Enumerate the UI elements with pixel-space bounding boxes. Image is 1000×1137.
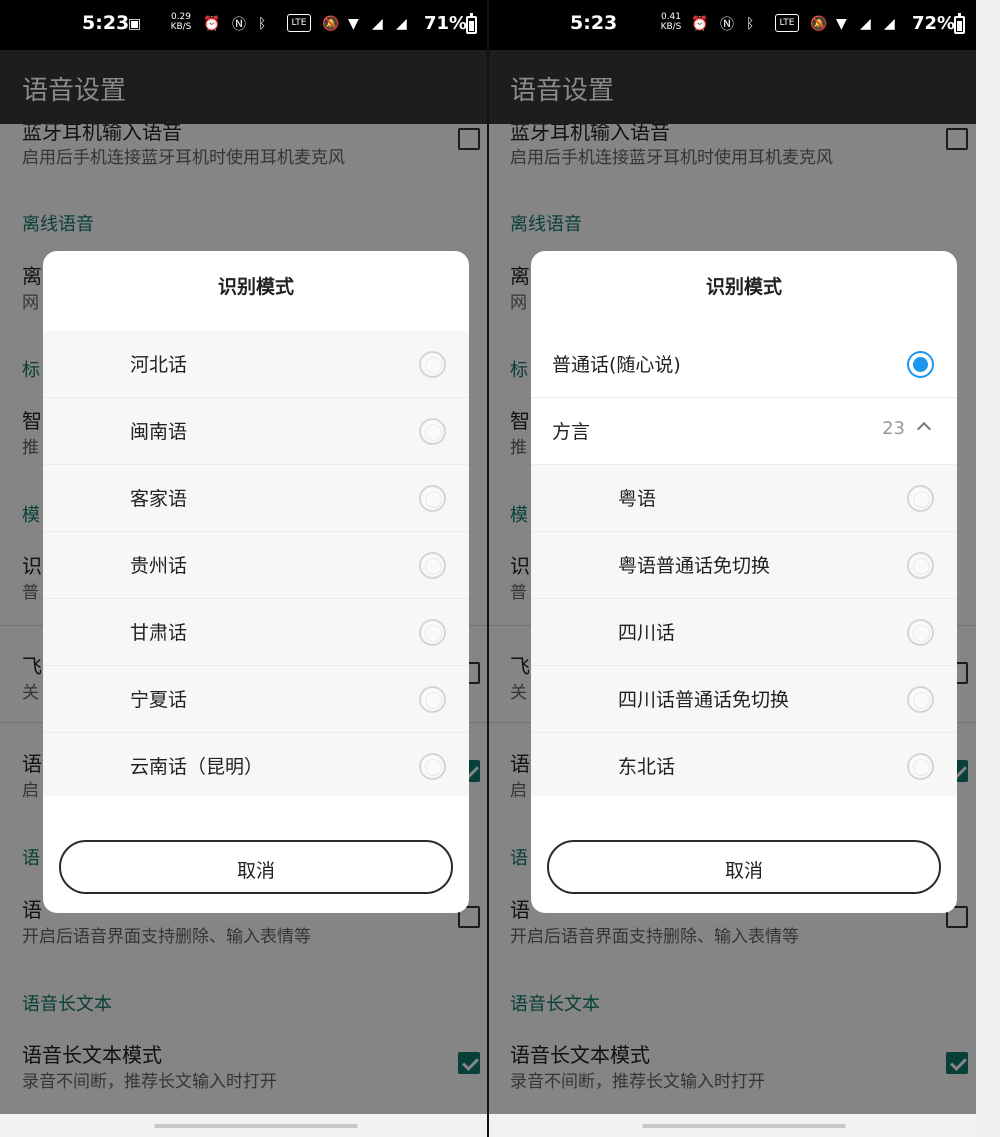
signal-2-icon: ◢ bbox=[884, 16, 895, 32]
list-item[interactable]: 河北话 bbox=[43, 331, 469, 398]
page-title: 语音设置 bbox=[510, 76, 615, 106]
list-item[interactable]: 四川话普通话免切换 bbox=[531, 666, 957, 733]
option-label: 闽南语 bbox=[130, 421, 188, 443]
nfc-icon: Ⓝ bbox=[232, 17, 246, 33]
list-item[interactable]: 客家语 bbox=[43, 465, 469, 532]
gesture-nav-bar bbox=[488, 1114, 976, 1137]
battery-percent: 72% bbox=[912, 13, 956, 34]
dialect-group-header[interactable]: 方言 23 bbox=[531, 398, 957, 465]
radio-button[interactable] bbox=[907, 485, 934, 512]
home-indicator[interactable] bbox=[154, 1124, 358, 1128]
chevron-up-icon[interactable] bbox=[916, 421, 932, 437]
signal-1-icon: ◢ bbox=[860, 16, 871, 32]
option-label: 云南话（昆明） bbox=[130, 756, 264, 778]
status-time: 5:23 bbox=[570, 12, 618, 34]
status-bar: 5:23 0.41 KB/S ⏰ Ⓝ ᛒ LTE 🔕 ▼ ◢ ◢ 72% bbox=[488, 0, 976, 50]
dialect-count: 23 bbox=[882, 418, 905, 439]
dialog-title: 识别模式 bbox=[705, 276, 782, 298]
option-label: 普通话(随心说) bbox=[552, 354, 681, 376]
gesture-nav-bar bbox=[0, 1114, 488, 1137]
mute-bell-icon: 🔕 bbox=[322, 16, 340, 32]
list-item-mandarin[interactable]: 普通话(随心说) bbox=[531, 331, 957, 398]
net-speed-value: 0.29 bbox=[170, 12, 192, 22]
option-label: 河北话 bbox=[130, 354, 188, 376]
cancel-button[interactable]: 取消 bbox=[59, 840, 453, 894]
option-label: 东北话 bbox=[618, 756, 676, 778]
cancel-label: 取消 bbox=[236, 860, 275, 882]
option-label: 客家语 bbox=[130, 488, 188, 510]
list-item[interactable]: 贵州话 bbox=[43, 532, 469, 599]
dialect-option-list[interactable]: 河北话 闽南语 客家语 贵州话 甘肃话 宁夏话 云南话（昆明） bbox=[43, 331, 469, 796]
status-time: 5:23 bbox=[82, 12, 130, 34]
option-label: 粤语普通话免切换 bbox=[618, 555, 771, 577]
alarm-icon: ⏰ bbox=[691, 16, 709, 32]
radio-button[interactable] bbox=[907, 552, 934, 579]
option-label: 四川话 bbox=[618, 622, 676, 644]
radio-button[interactable] bbox=[419, 351, 446, 378]
bluetooth-icon: ᛒ bbox=[746, 16, 755, 32]
option-label: 四川话普通话免切换 bbox=[618, 689, 790, 711]
list-item[interactable]: 粤语 bbox=[531, 465, 957, 532]
radio-button[interactable] bbox=[907, 619, 934, 646]
list-item[interactable]: 云南话（昆明） bbox=[43, 733, 469, 796]
signal-1-icon: ◢ bbox=[372, 16, 383, 32]
radio-button[interactable] bbox=[419, 418, 446, 445]
group-label: 方言 bbox=[552, 421, 591, 443]
option-label: 甘肃话 bbox=[130, 622, 188, 644]
net-speed: 0.41 KB/S bbox=[658, 12, 684, 32]
status-bar: 5:23 ▣ 0.29 KB/S ⏰ Ⓝ ᛒ LTE 🔕 ▼ ◢ ◢ 71% bbox=[0, 0, 488, 50]
screenshot-divider bbox=[487, 0, 489, 1137]
list-item[interactable]: 东北话 bbox=[531, 733, 957, 796]
mute-bell-icon: 🔕 bbox=[810, 16, 828, 32]
volte-icon: LTE bbox=[287, 14, 311, 32]
recognition-mode-dialog: 识别模式 普通话(随心说) 方言 23 粤语 粤语普通话免切换 四川话 四川话普通… bbox=[531, 251, 957, 913]
mode-option-list[interactable]: 普通话(随心说) 方言 23 粤语 粤语普通话免切换 四川话 四川话普通话免切换 … bbox=[531, 331, 957, 796]
battery-percent: 71% bbox=[424, 13, 468, 34]
net-speed: 0.29 KB/S bbox=[168, 12, 194, 32]
radio-button[interactable] bbox=[419, 552, 446, 579]
app-bar: 语音设置 bbox=[0, 50, 488, 124]
radio-button[interactable] bbox=[419, 485, 446, 512]
app-bar: 语音设置 bbox=[488, 50, 976, 124]
bluetooth-icon: ᛒ bbox=[258, 16, 267, 32]
phone-screen-left: 5:23 ▣ 0.29 KB/S ⏰ Ⓝ ᛒ LTE 🔕 ▼ ◢ ◢ 71% 语音… bbox=[0, 0, 488, 1137]
net-speed-unit: KB/S bbox=[170, 22, 192, 32]
page-title: 语音设置 bbox=[22, 76, 127, 106]
radio-button[interactable] bbox=[907, 686, 934, 713]
wifi-icon: ▼ bbox=[836, 16, 847, 32]
gallery-icon: ▣ bbox=[128, 16, 142, 32]
wifi-icon: ▼ bbox=[348, 16, 359, 32]
home-indicator[interactable] bbox=[642, 1124, 846, 1128]
radio-button[interactable] bbox=[419, 686, 446, 713]
cancel-label: 取消 bbox=[724, 860, 763, 882]
list-item[interactable]: 闽南语 bbox=[43, 398, 469, 465]
list-item[interactable]: 甘肃话 bbox=[43, 599, 469, 666]
radio-button[interactable] bbox=[907, 753, 934, 780]
net-speed-value: 0.41 bbox=[660, 12, 682, 22]
radio-button[interactable] bbox=[419, 619, 446, 646]
option-label: 粤语 bbox=[618, 488, 657, 510]
dialog-title: 识别模式 bbox=[217, 276, 294, 298]
net-speed-unit: KB/S bbox=[660, 22, 682, 32]
option-label: 宁夏话 bbox=[130, 689, 188, 711]
cancel-button[interactable]: 取消 bbox=[547, 840, 941, 894]
signal-2-icon: ◢ bbox=[396, 16, 407, 32]
list-item[interactable]: 粤语普通话免切换 bbox=[531, 532, 957, 599]
list-item[interactable]: 四川话 bbox=[531, 599, 957, 666]
volte-icon: LTE bbox=[775, 14, 799, 32]
recognition-mode-dialog: 识别模式 河北话 闽南语 客家语 贵州话 甘肃话 宁夏话 云南话（昆明） 取消 bbox=[43, 251, 469, 913]
battery-icon bbox=[466, 13, 477, 34]
option-label: 贵州话 bbox=[130, 555, 188, 577]
list-item[interactable]: 宁夏话 bbox=[43, 666, 469, 733]
alarm-icon: ⏰ bbox=[203, 16, 221, 32]
phone-screen-right: 5:23 0.41 KB/S ⏰ Ⓝ ᛒ LTE 🔕 ▼ ◢ ◢ 72% 语音设置… bbox=[488, 0, 976, 1137]
radio-button[interactable] bbox=[419, 753, 446, 780]
nfc-icon: Ⓝ bbox=[720, 17, 734, 33]
battery-icon bbox=[954, 13, 965, 34]
radio-button-selected[interactable] bbox=[907, 351, 934, 378]
